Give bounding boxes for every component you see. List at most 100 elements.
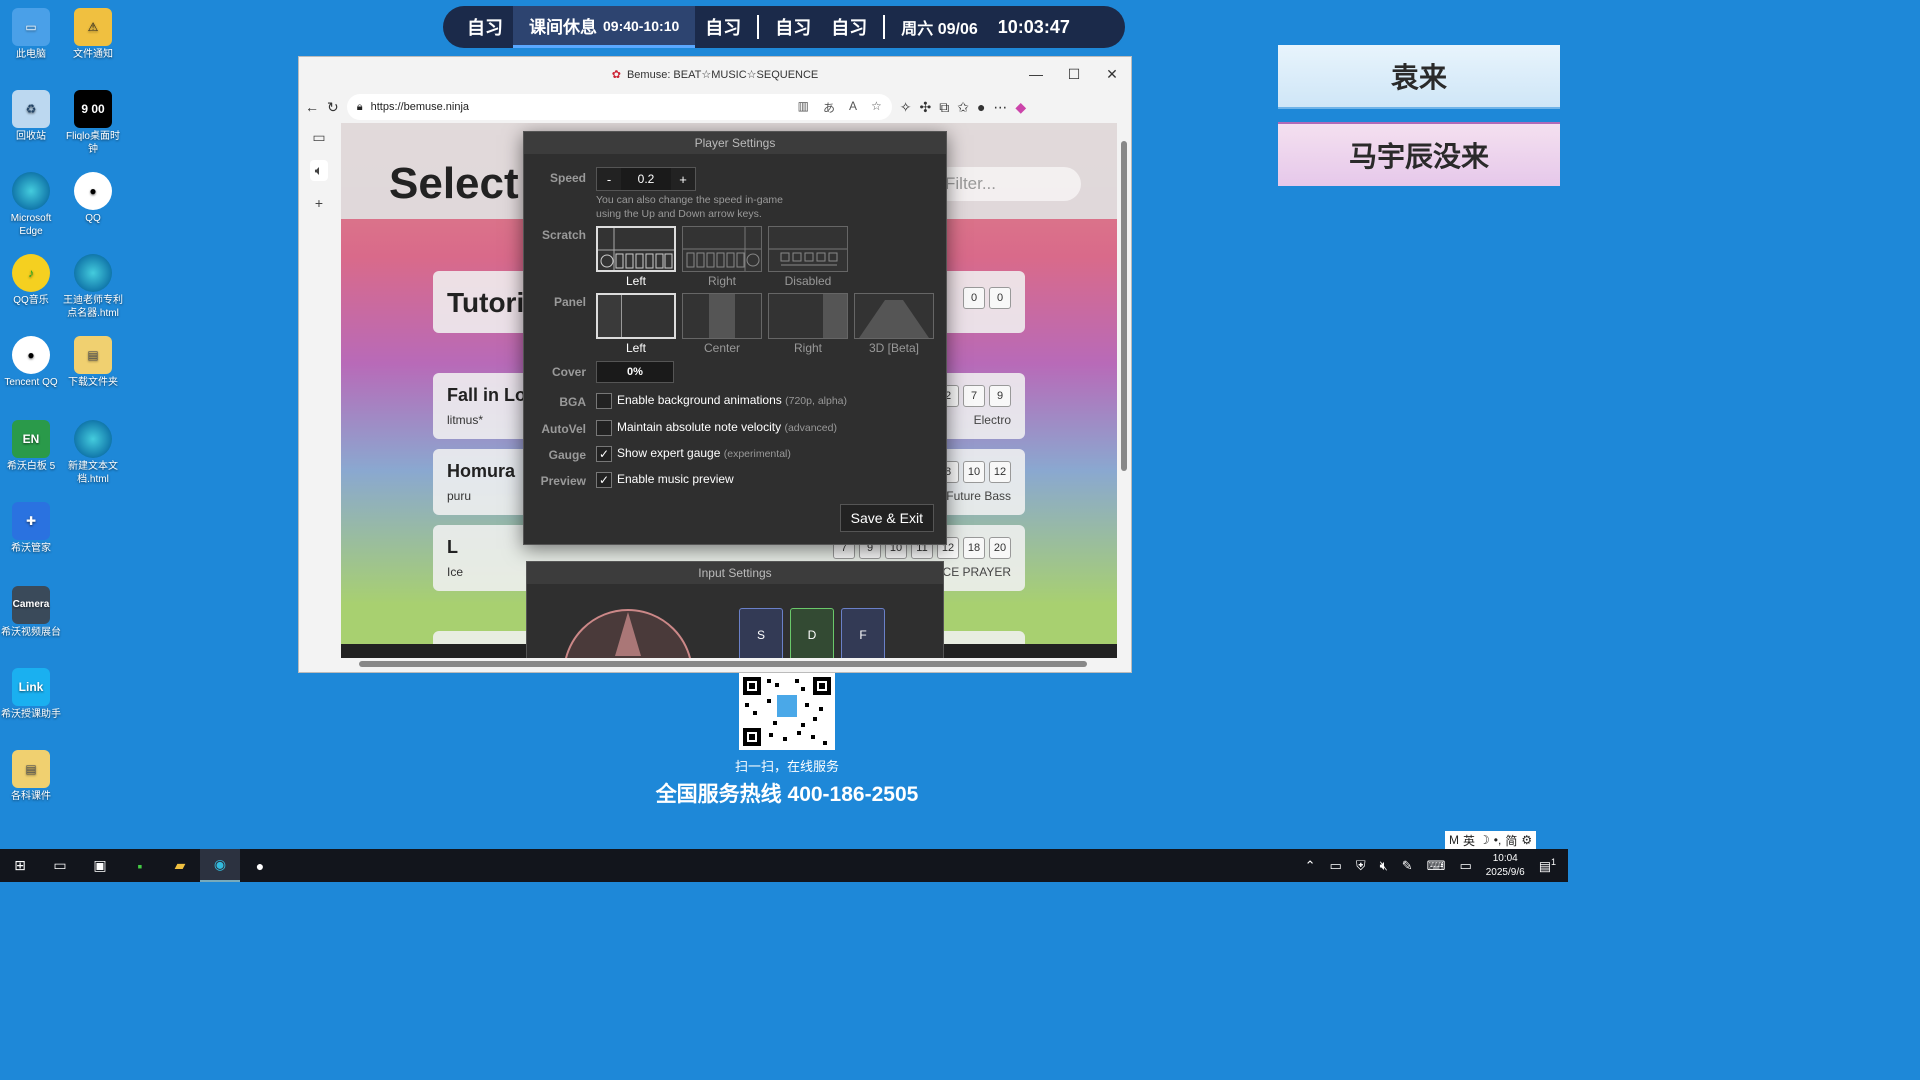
player-settings-dialog: Player Settings Speed - 0.2 + You can al…: [523, 131, 947, 545]
desktop-icon-seewo-manager[interactable]: ✚ 希沃管家: [0, 502, 62, 556]
cover-label: Cover: [551, 365, 586, 379]
ime-moon-icon[interactable]: ☽: [1479, 833, 1490, 847]
scrollbar-thumb[interactable]: [359, 661, 1087, 667]
panel-option-right[interactable]: Right: [768, 293, 848, 355]
extension-icon[interactable]: ✧: [900, 99, 912, 116]
file-explorer-icon[interactable]: ▰: [160, 849, 200, 882]
seewo-whiteboard-taskbar-icon[interactable]: ▪: [120, 849, 160, 882]
qq-taskbar-icon[interactable]: ●: [240, 849, 280, 882]
ime-language[interactable]: 英: [1463, 832, 1475, 849]
maximize-button[interactable]: ☐: [1055, 57, 1093, 91]
panel-option-center[interactable]: Center: [682, 293, 762, 355]
panel-option-left[interactable]: Left: [596, 293, 676, 355]
level-badge[interactable]: 20: [989, 537, 1011, 559]
desktop-icon-tencent-qq[interactable]: ● Tencent QQ: [0, 336, 62, 390]
desktop-icon-qq-music[interactable]: ♪ QQ音乐: [0, 254, 62, 308]
desktop-icon-downloads[interactable]: ▤ 下载文件夹: [62, 336, 124, 390]
panel-option-3d[interactable]: 3D [Beta]: [854, 293, 934, 355]
key-binding-d[interactable]: D: [790, 608, 834, 658]
start-button[interactable]: ⊞: [0, 849, 40, 882]
desktop-icon-new-text-html[interactable]: 新建文本文档.html: [62, 420, 124, 486]
minimize-button[interactable]: —: [1017, 57, 1055, 91]
profile-avatar-icon[interactable]: ●: [977, 99, 985, 115]
vertical-scrollbar[interactable]: [1117, 123, 1131, 658]
scratch-left-preview-icon: [596, 226, 676, 272]
scratch-option-right[interactable]: Right: [682, 226, 762, 288]
preview-checkbox[interactable]: ✓: [596, 472, 612, 488]
speed-value[interactable]: 0.2: [621, 168, 671, 190]
ime-mode-icon[interactable]: M: [1449, 833, 1459, 847]
horizontal-scrollbar[interactable]: [341, 658, 1117, 670]
tab-actions-icon[interactable]: ▭: [312, 129, 325, 146]
speed-increase-button[interactable]: +: [671, 168, 695, 190]
favorite-star-icon[interactable]: ☆: [871, 99, 882, 116]
desktop-icon-seewo-whiteboard[interactable]: EN 希沃白板 5: [0, 420, 62, 474]
translate-icon[interactable]: あ: [823, 99, 835, 116]
security-shield-icon[interactable]: ⛨: [1356, 858, 1366, 874]
task-view-icon[interactable]: ▭: [40, 849, 80, 882]
edge-taskbar-icon[interactable]: ◉: [200, 849, 240, 882]
desktop-icon-recycle-bin[interactable]: ♻ 回收站: [0, 90, 62, 144]
read-aloud-icon[interactable]: A: [849, 99, 857, 116]
desktop-icon-label: QQ: [85, 213, 101, 224]
name-card-absent: 马宇辰没来: [1278, 122, 1560, 186]
desktop-icon-rollcall-html[interactable]: 王迪老师专利点名器.html: [62, 254, 124, 320]
add-tab-icon[interactable]: +: [315, 195, 323, 211]
desktop-icon-file-notice[interactable]: ⚠ 文件通知: [62, 8, 124, 62]
close-button[interactable]: ✕: [1093, 57, 1131, 91]
ime-simplified[interactable]: 简: [1505, 832, 1517, 849]
split-screen-icon[interactable]: ⧉: [939, 99, 949, 116]
level-badge[interactable]: 9: [989, 385, 1011, 407]
address-bar[interactable]: 🔒︎ https://bemuse.ninja ▥ あ A ☆: [346, 94, 892, 120]
level-badge[interactable]: 0: [963, 287, 985, 309]
scratch-option-disabled[interactable]: Disabled: [768, 226, 848, 288]
display-icon[interactable]: ▭: [1459, 858, 1471, 874]
level-badge[interactable]: 7: [963, 385, 985, 407]
desktop-icon-courseware[interactable]: ▤ 各科课件: [0, 750, 62, 804]
cover-input[interactable]: 0%: [596, 361, 674, 383]
gauge-text-main: Show expert gauge: [617, 446, 721, 460]
seewo-camera-taskbar-icon[interactable]: ▣: [80, 849, 120, 882]
keyboard-icon[interactable]: ⌨: [1427, 858, 1446, 874]
level-badge[interactable]: 18: [963, 537, 985, 559]
favorites-icon[interactable]: ✩: [957, 99, 969, 116]
gauge-checkbox[interactable]: ✓: [596, 446, 612, 462]
speed-decrease-button[interactable]: -: [597, 168, 621, 190]
taskbar-time: 10:04: [1492, 852, 1518, 864]
key-binding-f[interactable]: F: [841, 608, 885, 658]
pen-icon[interactable]: ✎: [1402, 858, 1413, 874]
desktop-icon-fliqlo[interactable]: 9 00 Fliqlo桌面时钟: [62, 90, 124, 156]
level-badge[interactable]: 10: [963, 461, 985, 483]
back-button[interactable]: ←: [305, 99, 319, 115]
notification-icon[interactable]: ▤1: [1539, 857, 1556, 874]
level-badge[interactable]: 0: [989, 287, 1011, 309]
desktop-icon-seewo-link[interactable]: Link 希沃授课助手: [0, 668, 62, 722]
puzzle-extensions-icon[interactable]: ✣: [919, 99, 931, 116]
ime-punct-icon[interactable]: •,: [1494, 833, 1502, 847]
reader-mode-icon[interactable]: ▥: [798, 99, 809, 116]
desktop-icon-this-pc[interactable]: ▭ 此电脑: [0, 8, 62, 62]
key-binding-s[interactable]: S: [739, 608, 783, 658]
more-menu-icon[interactable]: ⋯: [993, 99, 1007, 116]
desktop-icon-seewo-camera[interactable]: Camera 希沃视频展台: [0, 586, 62, 640]
volume-muted-icon[interactable]: 🔇︎: [1380, 858, 1388, 874]
bga-checkbox[interactable]: [596, 393, 612, 409]
audio-icon[interactable]: 🔈︎: [309, 160, 329, 181]
ime-settings-icon[interactable]: ⚙: [1521, 833, 1532, 847]
filter-input[interactable]: Filter...: [931, 167, 1081, 201]
song-levels: 0 0: [963, 287, 1011, 309]
scrollbar-thumb[interactable]: [1121, 141, 1127, 471]
show-hidden-icons-icon[interactable]: ⌃: [1305, 858, 1316, 874]
desktop-icon-label: 希沃视频展台: [1, 627, 61, 638]
desktop-icon-edge[interactable]: Microsoft Edge: [0, 172, 62, 238]
address-bar-tools: ▥ あ A ☆: [798, 99, 882, 116]
autovel-checkbox[interactable]: [596, 420, 612, 436]
network-icon[interactable]: ▭: [1330, 858, 1342, 874]
taskbar-clock[interactable]: 10:04 2025/9/6: [1486, 852, 1525, 880]
desktop-icon-qq[interactable]: ● QQ: [62, 172, 124, 226]
scratch-option-left[interactable]: Left: [596, 226, 676, 288]
level-badge[interactable]: 12: [989, 461, 1011, 483]
refresh-button[interactable]: ↻: [327, 99, 339, 116]
copilot-icon[interactable]: ◆: [1015, 99, 1026, 116]
save-exit-button[interactable]: Save & Exit: [839, 504, 934, 532]
